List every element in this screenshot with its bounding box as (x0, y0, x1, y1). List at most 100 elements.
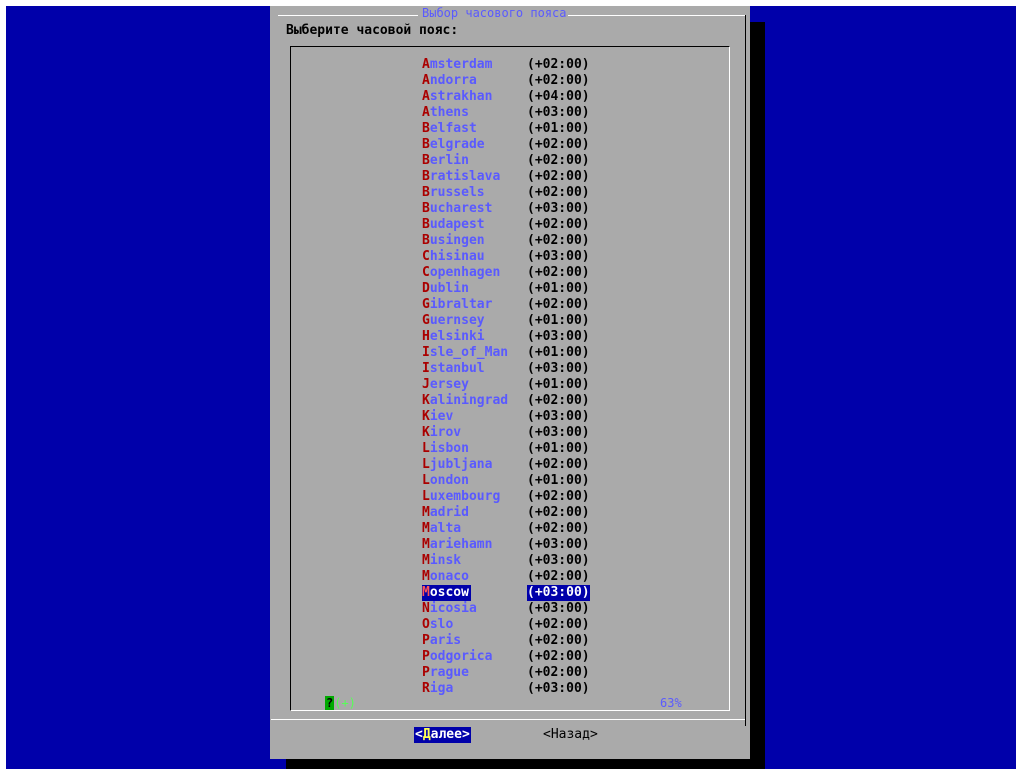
timezone-offset: (+02:00) (527, 297, 590, 312)
timezone-hotkey: P (422, 665, 430, 680)
timezone-name: Amsterdam (422, 57, 514, 73)
timezone-name: Berlin (422, 153, 514, 169)
timezone-hotkey: M (422, 537, 430, 552)
next-hotkey: Д (422, 727, 431, 742)
timezone-name: Madrid (422, 505, 514, 521)
timezone-name-rest: uxembourg (429, 489, 501, 504)
timezone-name-rest: rague (429, 665, 469, 680)
timezone-hotkey: K (422, 409, 430, 424)
timezone-name-rest: openhagen (429, 265, 501, 280)
next-close-bracket: > (461, 727, 470, 742)
timezone-name-rest: elgrade (429, 137, 485, 152)
timezone-hotkey: B (422, 217, 430, 232)
timezone-offset: (+02:00) (527, 217, 590, 232)
timezone-offset: (+02:00) (527, 521, 590, 536)
timezone-hotkey: B (422, 201, 430, 216)
timezone-name-rest: ersey (429, 377, 469, 392)
timezone-hotkey: C (422, 249, 430, 264)
timezone-name: Isle_of_Man (422, 345, 514, 361)
timezone-hotkey: J (422, 377, 430, 392)
timezone-offset: (+02:00) (527, 457, 590, 472)
timezone-name: Moscow (422, 585, 471, 601)
timezone-name-rest: elfast (429, 121, 477, 136)
timezone-offset: (+01:00) (527, 377, 590, 392)
timezone-name: Kirov (422, 425, 514, 441)
timezone-offset: (+03:00) (527, 361, 590, 376)
timezone-offset: (+03:00) (527, 553, 590, 568)
timezone-hotkey: H (422, 329, 430, 344)
timezone-offset: (+01:00) (527, 313, 590, 328)
timezone-name: Astrakhan (422, 89, 514, 105)
timezone-offset: (+03:00) (527, 249, 590, 264)
timezone-hotkey: G (422, 313, 430, 328)
timezone-name-rest: ucharest (429, 201, 493, 216)
timezone-offset: (+02:00) (527, 265, 590, 280)
timezone-name: Nicosia (422, 601, 514, 617)
timezone-offset: (+02:00) (527, 73, 590, 88)
timezone-name: Gibraltar (422, 297, 514, 313)
timezone-offset: (+02:00) (527, 153, 590, 168)
timezone-hotkey: P (422, 649, 430, 664)
timezone-hotkey: N (422, 601, 430, 616)
timezone-name-rest: aris (429, 633, 462, 648)
timezone-name: Ljubljana (422, 457, 514, 473)
scroll-arrows: (+) (334, 696, 356, 710)
timezone-hotkey: A (422, 105, 430, 120)
timezone-hotkey: B (422, 153, 430, 168)
timezone-name: Bratislava (422, 169, 514, 185)
frame-right (745, 15, 746, 726)
timezone-name: Paris (422, 633, 514, 649)
timezone-name-rest: onaco (429, 569, 469, 584)
timezone-offset: (+01:00) (527, 121, 590, 136)
timezone-name: Riga (422, 681, 514, 697)
timezone-name: Guernsey (422, 313, 514, 329)
timezone-hotkey: A (422, 57, 430, 72)
timezone-name: Jersey (422, 377, 514, 393)
timezone-hotkey: B (422, 185, 430, 200)
timezone-hotkey: I (422, 361, 430, 376)
timezone-name-rest: ibraltar (429, 297, 493, 312)
timezone-name-rest: jubljana (429, 457, 493, 472)
timezone-offset: (+02:00) (527, 617, 590, 632)
timezone-name-rest: ondon (429, 473, 469, 488)
timezone-hotkey: M (422, 569, 430, 584)
timezone-name-rest: isbon (429, 441, 469, 456)
timezone-name-rest: udapest (429, 217, 485, 232)
back-button[interactable]: <Назад> (543, 727, 598, 743)
timezone-name-rest: iga (429, 681, 454, 696)
timezone-name-rest: odgorica (429, 649, 493, 664)
dialog-title: Выбор часового пояса (421, 6, 568, 20)
timezone-offset: (+03:00) (527, 201, 590, 216)
timezone-list[interactable]: Amsterdam (+02:00) Andorra (+02:00) Astrakha… (290, 46, 730, 711)
timezone-hotkey: R (422, 681, 430, 696)
timezone-offset: (+04:00) (527, 89, 590, 104)
timezone-offset: (+01:00) (527, 281, 590, 296)
next-button[interactable]: <Далее> (414, 727, 471, 743)
timezone-name-rest: ndorra (429, 73, 477, 88)
timezone-name-rest: strakhan (429, 89, 493, 104)
timezone-name: Helsinki (422, 329, 514, 345)
timezone-name-rest: ratislava (429, 169, 501, 184)
timezone-offset: (+01:00) (527, 345, 590, 360)
timezone-name-rest: erlin (429, 153, 469, 168)
timezone-hotkey: I (422, 345, 430, 360)
timezone-name-rest: thens (429, 105, 469, 120)
timezone-offset: (+03:00) (527, 329, 590, 344)
scroll-percent: 63% (659, 696, 683, 710)
timezone-name: Malta (422, 521, 514, 537)
timezone-name: Andorra (422, 73, 514, 89)
timezone-offset: (+03:00) (527, 681, 590, 696)
timezone-hotkey: L (422, 457, 430, 472)
timezone-name: Belfast (422, 121, 514, 137)
timezone-hotkey: G (422, 297, 430, 312)
timezone-name-rest: slo (429, 617, 454, 632)
timezone-hotkey: C (422, 265, 430, 280)
timezone-name: Lisbon (422, 441, 514, 457)
timezone-name: Belgrade (422, 137, 514, 153)
timezone-name: London (422, 473, 514, 489)
timezone-hotkey: K (422, 425, 430, 440)
timezone-offset: (+02:00) (527, 137, 590, 152)
timezone-hotkey: A (422, 89, 430, 104)
timezone-offset: (+03:00) (527, 585, 590, 601)
timezone-hotkey: B (422, 233, 430, 248)
